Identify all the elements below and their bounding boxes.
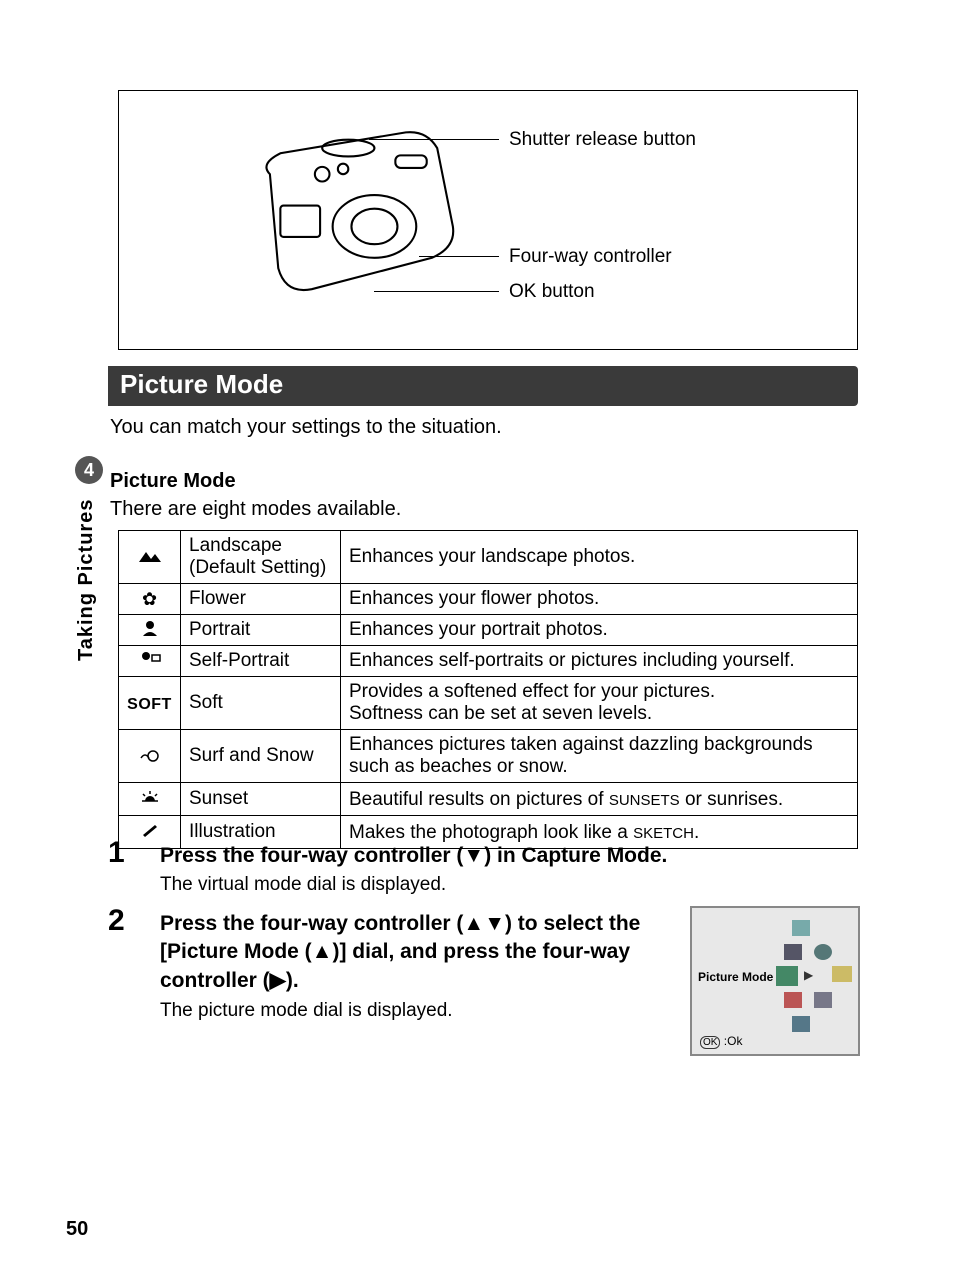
table-row: ✿ Flower Enhances your flower photos. bbox=[119, 584, 858, 615]
mode-name-line2: (Default Setting) bbox=[189, 557, 326, 578]
intro-text: You can match your settings to the situa… bbox=[110, 416, 502, 439]
program-icon bbox=[784, 944, 802, 960]
soft-icon: SOFT bbox=[119, 677, 181, 730]
mode-desc: Enhances pictures taken against dazzling… bbox=[341, 730, 858, 783]
section-number-badge: 4 bbox=[75, 456, 103, 484]
mode-name: Self-Portrait bbox=[181, 646, 341, 677]
step-heading: Press the four-way controller (▲▼) to se… bbox=[160, 910, 680, 995]
mode-desc: Enhances your flower photos. bbox=[341, 584, 858, 615]
mode-desc: Enhances self-portraits or pictures incl… bbox=[341, 646, 858, 677]
mode-name: Landscape (Default Setting) bbox=[181, 531, 341, 584]
step-number: 1 bbox=[108, 836, 125, 870]
step-number: 2 bbox=[108, 904, 125, 938]
surf-snow-icon bbox=[119, 730, 181, 783]
overlay-icon bbox=[792, 920, 810, 936]
sub-text: There are eight modes available. bbox=[110, 498, 401, 521]
callout-fourway: Four-way controller bbox=[509, 246, 672, 268]
picture-mode-icon bbox=[776, 966, 798, 986]
landscape-icon bbox=[119, 531, 181, 584]
section-heading: Picture Mode bbox=[108, 366, 858, 406]
flower-icon: ✿ bbox=[119, 584, 181, 615]
mode-name: Flower bbox=[181, 584, 341, 615]
portrait-dial-icon bbox=[784, 992, 802, 1008]
side-tab-label: Taking Pictures bbox=[75, 490, 98, 670]
step-body: The picture mode dial is displayed. bbox=[160, 1000, 453, 1022]
callout-ok: OK button bbox=[509, 281, 595, 303]
mode-desc: Provides a softened effect for your pict… bbox=[341, 677, 858, 730]
portrait-icon bbox=[119, 615, 181, 646]
dial-ok-hint: OK :Ok bbox=[700, 1034, 742, 1048]
table-row: SOFT Soft Provides a softened effect for… bbox=[119, 677, 858, 730]
dial-label: Picture Mode bbox=[698, 970, 773, 984]
callout-shutter: Shutter release button bbox=[509, 129, 696, 151]
night-icon bbox=[814, 944, 832, 960]
mode-name: Soft bbox=[181, 677, 341, 730]
step-body: The virtual mode dial is displayed. bbox=[160, 874, 446, 896]
self-portrait-icon bbox=[119, 646, 181, 677]
sunset-icon bbox=[119, 783, 181, 816]
table-row: Surf and Snow Enhances pictures taken ag… bbox=[119, 730, 858, 783]
threed-icon bbox=[832, 966, 852, 982]
movie-icon bbox=[792, 1016, 810, 1032]
mode-name: Sunset bbox=[181, 783, 341, 816]
camera-diagram: Shutter release button Four-way controll… bbox=[118, 90, 858, 350]
mode-desc: Enhances your landscape photos. bbox=[341, 531, 858, 584]
mode-desc: Beautiful results on pictures of sunsets… bbox=[341, 783, 858, 816]
step-heading: Press the four-way controller (▼) in Cap… bbox=[160, 842, 860, 870]
table-row: Self-Portrait Enhances self-portraits or… bbox=[119, 646, 858, 677]
table-row: Portrait Enhances your portrait photos. bbox=[119, 615, 858, 646]
camera-illustration bbox=[249, 111, 479, 326]
mode-dial-screen: Picture Mode ▶ OK :Ok bbox=[690, 906, 860, 1056]
page-number: 50 bbox=[66, 1218, 88, 1241]
mode-desc: Enhances your portrait photos. bbox=[341, 615, 858, 646]
table-row: Landscape (Default Setting) Enhances you… bbox=[119, 531, 858, 584]
section-number: 4 bbox=[84, 460, 94, 481]
mode-name: Portrait bbox=[181, 615, 341, 646]
mode-name-line1: Landscape bbox=[189, 535, 282, 556]
panorama-icon bbox=[814, 992, 832, 1008]
arrow-right-icon: ▶ bbox=[804, 968, 813, 982]
table-row: Sunset Beautiful results on pictures of … bbox=[119, 783, 858, 816]
picture-modes-table: Landscape (Default Setting) Enhances you… bbox=[118, 530, 858, 849]
sub-heading: Picture Mode bbox=[110, 470, 236, 493]
mode-name: Surf and Snow bbox=[181, 730, 341, 783]
